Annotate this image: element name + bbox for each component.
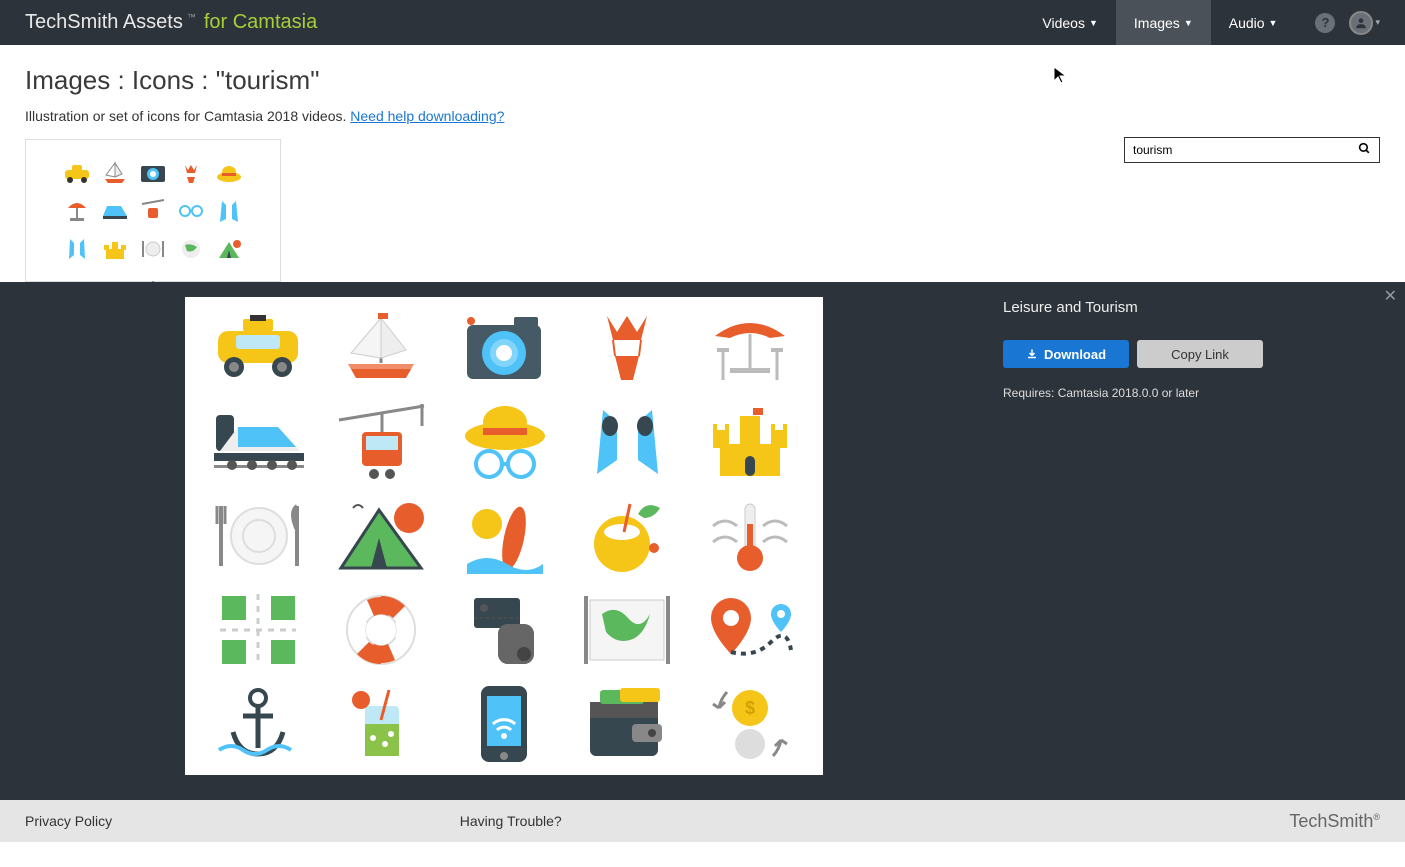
fins-icon [575, 398, 680, 486]
requires-text: Requires: Camtasia 2018.0.0 or later [1003, 386, 1263, 400]
coconut-drink-icon [575, 492, 680, 580]
footer-brand: TechSmith® [1289, 811, 1380, 832]
copy-label: Copy Link [1171, 347, 1229, 362]
train-icon [206, 398, 311, 486]
chevron-down-icon: ▼ [1184, 18, 1193, 28]
search-box[interactable] [1124, 137, 1380, 163]
surfboard-icon [452, 492, 557, 580]
fins-icon [212, 194, 246, 228]
world-map-icon [575, 586, 680, 674]
sunglasses-icon [174, 194, 208, 228]
page-subtitle: Illustration or set of icons for Camtasi… [25, 108, 1380, 124]
chevron-down-icon: ▼ [1089, 18, 1098, 28]
content-header: Images : Icons : "tourism" Illustration … [0, 45, 1405, 139]
cocktail-icon [329, 680, 434, 768]
taxi-icon [60, 156, 94, 190]
nav-label: Audio [1229, 15, 1265, 31]
footer: Privacy Policy Having Trouble? TechSmith… [0, 800, 1405, 842]
sandcastle-icon [698, 398, 803, 486]
detail-panel: ✕ [0, 282, 1405, 800]
brand-main: TechSmith Assets [25, 11, 183, 34]
sailboat-icon [329, 304, 434, 392]
bikini-icon [575, 304, 680, 392]
asset-title: Leisure and Tourism [1003, 299, 1263, 316]
having-trouble-link[interactable]: Having Trouble? [460, 813, 562, 829]
cable-car-icon [329, 398, 434, 486]
tent-icon [212, 232, 246, 266]
asset-thumbnail[interactable] [25, 139, 281, 282]
nav-label: Images [1134, 15, 1180, 31]
subtitle-text: Illustration or set of icons for Camtasi… [25, 108, 350, 124]
chevron-down-icon: ▾ [1375, 17, 1380, 28]
cable-car-icon [136, 194, 170, 228]
sandcastle-icon [98, 232, 132, 266]
fins-icon [60, 232, 94, 266]
download-label: Download [1044, 347, 1106, 362]
help-icon[interactable]: ? [1315, 13, 1335, 33]
copy-link-button[interactable]: Copy Link [1137, 340, 1263, 368]
hat-glasses-icon [452, 398, 557, 486]
preview-grid: $ [206, 304, 803, 768]
svg-text:$: $ [745, 698, 755, 718]
thumbnail-grid [60, 156, 246, 266]
wallet-icon [575, 680, 680, 768]
header: TechSmith Assets ™ for Camtasia Videos ▼… [0, 0, 1405, 45]
asset-preview: $ [185, 297, 823, 775]
globe-icon [174, 232, 208, 266]
trademark: ™ [187, 12, 196, 22]
camera-icon [452, 304, 557, 392]
nav-audio[interactable]: Audio ▼ [1211, 0, 1296, 45]
smartphone-wifi-icon [452, 680, 557, 768]
thermometer-icon [698, 492, 803, 580]
help-download-link[interactable]: Need help downloading? [350, 108, 504, 124]
anchor-icon [206, 680, 311, 768]
download-icon [1026, 348, 1038, 360]
detail-sidebar: Leisure and Tourism Download Copy Link R… [1003, 297, 1263, 780]
taxi-icon [206, 304, 311, 392]
tent-icon [329, 492, 434, 580]
train-icon [98, 194, 132, 228]
brand-suffix: for Camtasia [204, 11, 317, 34]
dining-icon [136, 232, 170, 266]
page-title: Images : Icons : "tourism" [25, 65, 1380, 96]
tickets-icon [452, 586, 557, 674]
brand[interactable]: TechSmith Assets ™ for Camtasia [25, 11, 317, 34]
crossroads-icon [206, 586, 311, 674]
user-icon [1349, 11, 1373, 35]
close-icon[interactable]: ✕ [1384, 286, 1397, 306]
nav-images[interactable]: Images ▼ [1116, 0, 1211, 45]
hat-icon [212, 156, 246, 190]
header-right: ? ▾ [1315, 11, 1380, 35]
search-input[interactable] [1133, 143, 1358, 157]
privacy-policy-link[interactable]: Privacy Policy [25, 813, 112, 829]
user-menu[interactable]: ▾ [1349, 11, 1380, 35]
button-row: Download Copy Link [1003, 340, 1263, 368]
search-icon[interactable] [1358, 142, 1371, 158]
currency-exchange-icon: $ [698, 680, 803, 768]
route-pin-icon [698, 586, 803, 674]
cafe-umbrella-icon [698, 304, 803, 392]
sailboat-icon [98, 156, 132, 190]
camera-icon [136, 156, 170, 190]
bikini-icon [174, 156, 208, 190]
cafe-umbrella-icon [60, 194, 94, 228]
nav-videos[interactable]: Videos ▼ [1024, 0, 1115, 45]
chevron-down-icon: ▼ [1269, 18, 1278, 28]
main-nav: Videos ▼ Images ▼ Audio ▼ [1024, 0, 1295, 45]
lifebuoy-icon [329, 586, 434, 674]
nav-label: Videos [1042, 15, 1085, 31]
download-button[interactable]: Download [1003, 340, 1129, 368]
dining-icon [206, 492, 311, 580]
